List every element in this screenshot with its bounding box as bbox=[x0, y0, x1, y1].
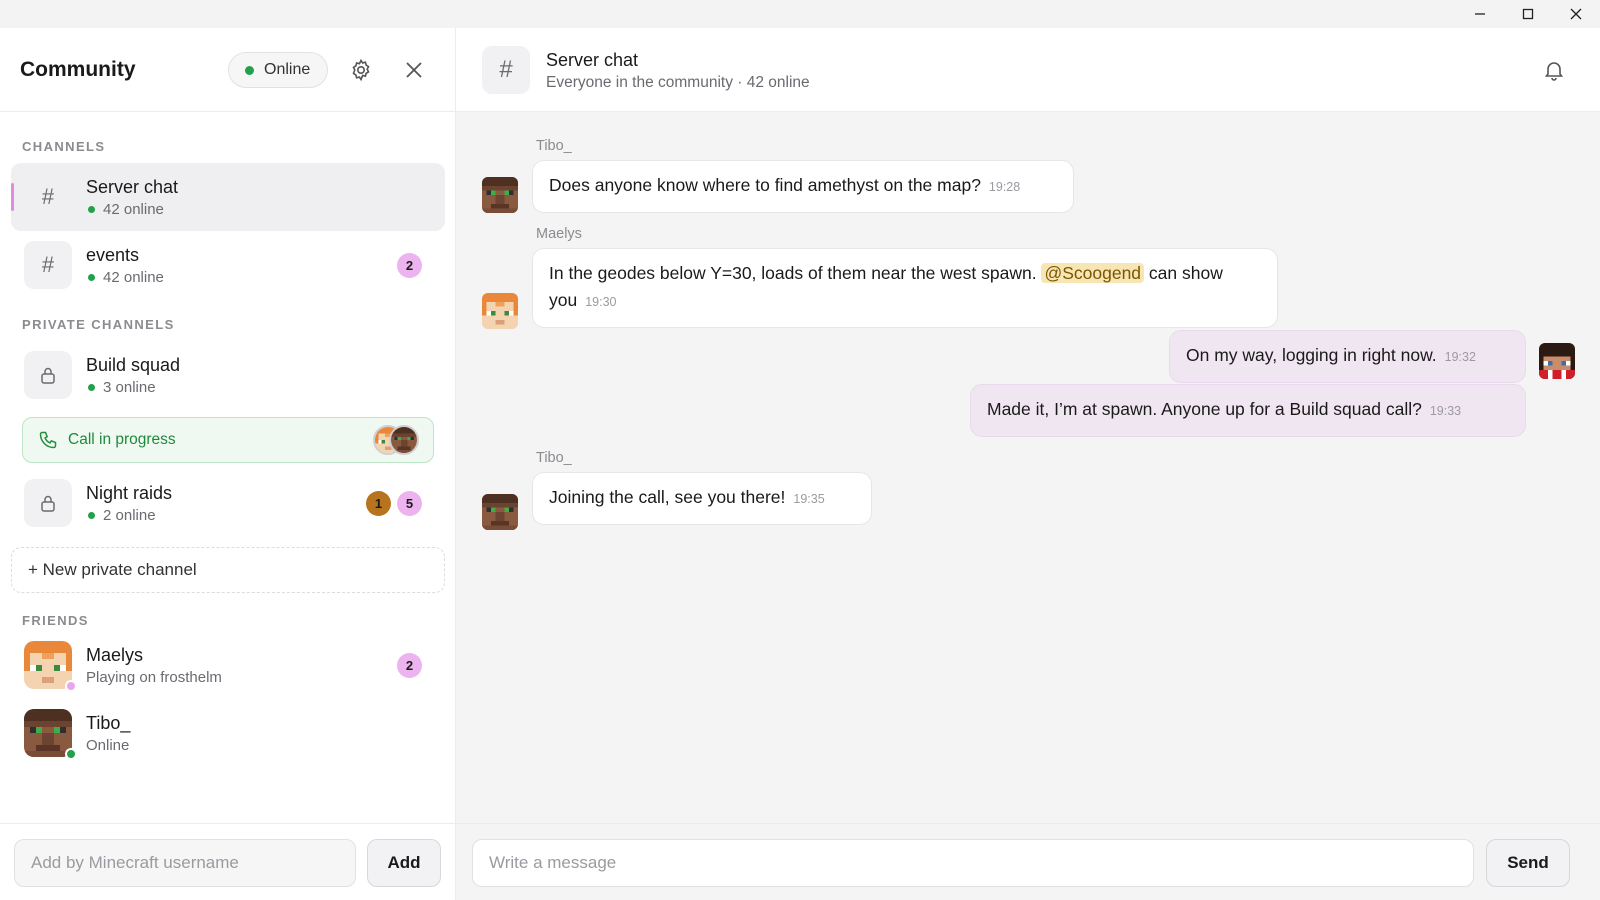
message-composer: Send bbox=[456, 823, 1600, 900]
channel-online: 3 online bbox=[86, 379, 156, 396]
unread-badge: 2 bbox=[397, 653, 422, 678]
message-time: 19:35 bbox=[793, 492, 825, 506]
my-message-bubble: Made it, I’m at spawn. Anyone up for a B… bbox=[970, 384, 1526, 437]
online-count: 3 online bbox=[103, 379, 156, 396]
maximize-icon[interactable] bbox=[1504, 0, 1552, 28]
channel-name: Night raids bbox=[86, 483, 173, 503]
send-button[interactable]: Send bbox=[1486, 839, 1570, 887]
message-text: Made it, I’m at spawn. Anyone up for a B… bbox=[987, 399, 1422, 419]
online-count: 42 online bbox=[103, 269, 164, 286]
status-dot bbox=[245, 65, 254, 75]
avatar bbox=[482, 177, 518, 213]
friend-name: Tibo_ bbox=[86, 713, 131, 733]
online-count: 42 online bbox=[103, 201, 164, 218]
friend-status: Online bbox=[86, 737, 130, 754]
lock-icon bbox=[24, 479, 72, 527]
avatar bbox=[24, 641, 72, 689]
channel-online: 2 online bbox=[86, 507, 156, 524]
avatar bbox=[482, 293, 518, 329]
call-participants bbox=[373, 425, 421, 457]
message-sender: Tibo_ bbox=[536, 450, 572, 466]
channel-online: 42 online bbox=[86, 269, 164, 286]
message-bubble: In the geodes below Y=30, loads of them … bbox=[532, 248, 1278, 328]
message-bubble: Does anyone know where to find amethyst … bbox=[532, 160, 1074, 213]
channel-events[interactable]: # events 42 online 2 bbox=[11, 231, 445, 299]
message-text: On my way, logging in right now. bbox=[1186, 345, 1437, 365]
channel-build-squad[interactable]: Build squad 3 online bbox=[11, 341, 445, 409]
message-time: 19:30 bbox=[585, 295, 617, 309]
mention-badge: 1 bbox=[366, 491, 391, 516]
hash-icon: # bbox=[41, 184, 55, 209]
message-time: 19:33 bbox=[1429, 404, 1462, 418]
window-titlebar bbox=[0, 0, 1600, 28]
chat-subtitle: Everyone in the community · 42 online bbox=[546, 74, 810, 91]
message-sender: Tibo_ bbox=[536, 138, 572, 154]
friend-maelys[interactable]: Maelys Playing on frosthelm 2 bbox=[11, 631, 445, 699]
friend-status: Playing on frosthelm bbox=[86, 669, 222, 686]
friend-name: Maelys bbox=[86, 645, 144, 665]
gear-icon[interactable] bbox=[347, 56, 375, 84]
call-in-progress-banner[interactable]: Call in progress bbox=[22, 417, 434, 463]
section-private-channels: PRIVATE CHANNELS bbox=[22, 317, 175, 332]
online-dot bbox=[88, 274, 95, 281]
message-text: Does anyone know where to find amethyst … bbox=[549, 175, 981, 195]
add-friend-button[interactable]: Add bbox=[367, 839, 441, 887]
channel-name: Server chat bbox=[86, 177, 179, 197]
minimize-icon[interactable] bbox=[1456, 0, 1504, 28]
online-dot bbox=[88, 512, 95, 519]
message-text: In the geodes below Y=30, loads of them … bbox=[549, 263, 1037, 283]
presence-dot bbox=[65, 680, 77, 692]
channel-name: events bbox=[86, 245, 140, 265]
channel-night-raids[interactable]: Night raids 2 online 1 5 bbox=[11, 469, 445, 537]
message-time: 19:28 bbox=[988, 180, 1021, 194]
unread-badge: 2 bbox=[397, 253, 422, 278]
channel-online: 42 online bbox=[86, 201, 164, 218]
call-label: Call in progress bbox=[68, 431, 176, 448]
participant-avatar bbox=[389, 425, 419, 455]
close-panel-icon[interactable] bbox=[400, 56, 428, 84]
lock-icon bbox=[24, 351, 72, 399]
section-friends: FRIENDS bbox=[22, 613, 89, 628]
close-icon[interactable] bbox=[1552, 0, 1600, 28]
community-sidebar: Community Online CHANNELS # Server chat … bbox=[0, 28, 456, 900]
unread-badge: 5 bbox=[397, 491, 422, 516]
hash-icon: # bbox=[482, 46, 530, 94]
section-channels: CHANNELS bbox=[22, 139, 106, 154]
chat-panel: # Server chat Everyone in the community … bbox=[456, 28, 1600, 900]
presence-dot bbox=[65, 748, 77, 760]
message-sender: Maelys bbox=[536, 226, 582, 242]
chat-header: # Server chat Everyone in the community … bbox=[456, 28, 1600, 112]
add-friend-bar: Add bbox=[0, 823, 455, 900]
chat-title: Server chat bbox=[546, 50, 639, 70]
friend-tibo[interactable]: Tibo_ Online bbox=[11, 699, 445, 767]
status-selector[interactable]: Online bbox=[228, 52, 328, 88]
message-time: 19:32 bbox=[1444, 350, 1476, 364]
hash-icon: # bbox=[24, 241, 72, 289]
channel-name: Build squad bbox=[86, 355, 181, 375]
my-avatar bbox=[1539, 343, 1575, 379]
sidebar-header: Community Online bbox=[0, 28, 455, 112]
message-input[interactable] bbox=[472, 839, 1474, 887]
online-dot bbox=[88, 206, 95, 213]
message-bubble: Joining the call, see you there! 19:35 bbox=[532, 472, 872, 525]
phone-icon bbox=[38, 430, 58, 450]
channel-server-chat[interactable]: # Server chat 42 online bbox=[11, 163, 445, 231]
message-text: Joining the call, see you there! bbox=[549, 487, 786, 507]
avatar bbox=[24, 709, 72, 757]
status-label: Online bbox=[264, 61, 311, 78]
user-mention[interactable]: @Scoogend bbox=[1041, 263, 1145, 283]
add-friend-input[interactable] bbox=[14, 839, 356, 887]
online-count: 2 online bbox=[103, 507, 156, 524]
my-message-bubble: On my way, logging in right now. 19:32 bbox=[1169, 330, 1526, 383]
bell-icon[interactable] bbox=[1542, 58, 1566, 82]
sidebar-title: Community bbox=[20, 58, 136, 81]
avatar bbox=[482, 494, 518, 530]
online-dot bbox=[88, 384, 95, 391]
new-private-channel-button[interactable]: + New private channel bbox=[11, 547, 445, 593]
